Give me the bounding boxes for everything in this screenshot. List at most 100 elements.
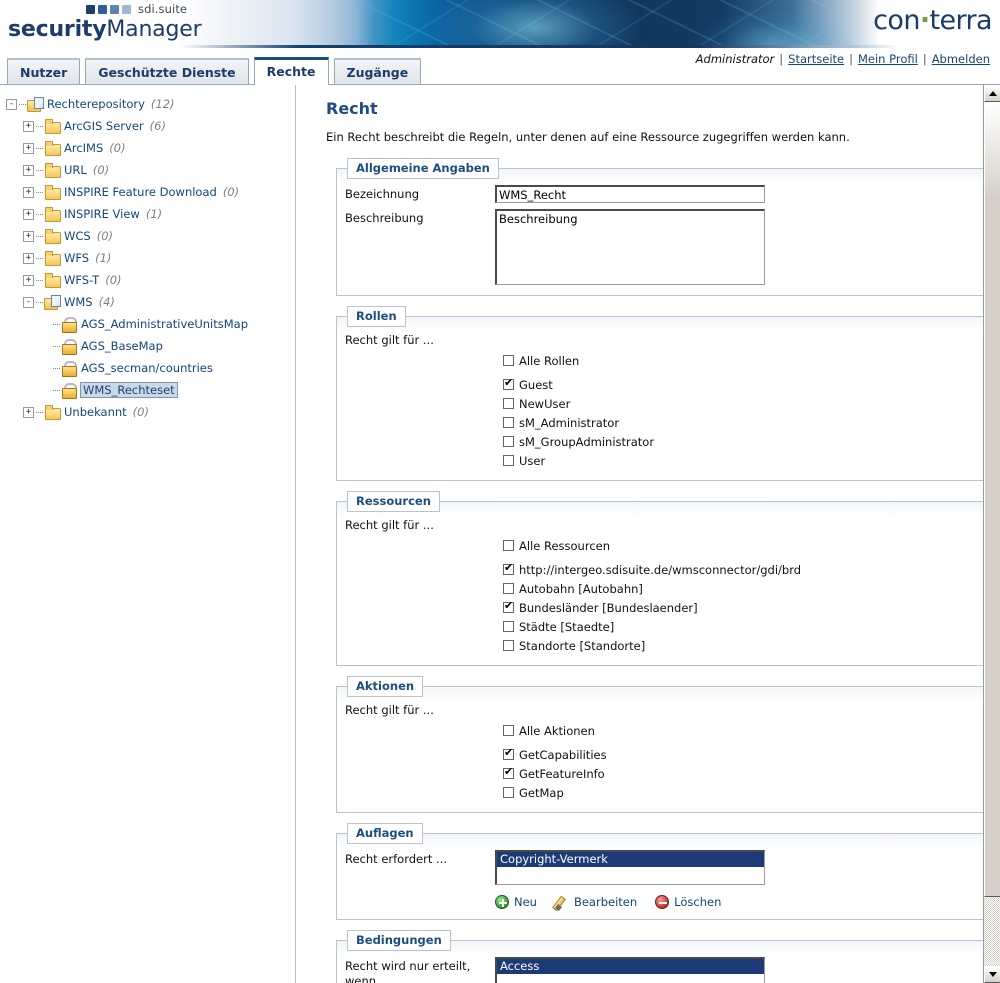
beschreibung-textarea[interactable]: Beschreibung [495, 209, 765, 285]
scrollbar-thumb[interactable] [984, 102, 1000, 897]
ressourcen-checkbox[interactable] [503, 540, 514, 551]
expand-node-icon[interactable]: + [23, 253, 34, 264]
bedingungen-option[interactable]: Access [497, 959, 764, 974]
tab-zugaenge[interactable]: Zugänge [334, 58, 422, 84]
scroll-down-button[interactable] [984, 966, 1000, 983]
expand-node-icon[interactable]: + [23, 143, 34, 154]
tree-node-label[interactable]: WFS [64, 251, 89, 265]
link-startseite[interactable]: Startseite [788, 52, 844, 66]
tree-node-wcs[interactable]: +WCS(0) [6, 225, 295, 247]
tree-node-url[interactable]: +URL(0) [6, 159, 295, 181]
auflagen-button-label[interactable]: Neu [514, 895, 537, 909]
tree-node-rechterepository[interactable]: -Rechterepository(12) [6, 93, 295, 115]
rollen-item[interactable]: sM_Administrator [503, 413, 977, 432]
ressourcen-checkbox[interactable] [503, 583, 514, 594]
rollen-checkbox[interactable] [503, 355, 514, 366]
tab-geschuetzte-dienste[interactable]: Geschützte Dienste [85, 58, 248, 84]
rollen-item[interactable]: Alle Rollen [503, 351, 977, 370]
ressourcen-label[interactable]: Alle Ressourcen [519, 539, 610, 553]
scroll-up-button[interactable] [984, 85, 1000, 102]
tree-node-label[interactable]: ArcGIS Server [64, 119, 144, 133]
aktionen-label[interactable]: GetFeatureInfo [519, 767, 605, 781]
rollen-checkbox[interactable] [503, 455, 514, 466]
link-abmelden[interactable]: Abmelden [932, 52, 990, 66]
expand-node-icon[interactable]: + [23, 407, 34, 418]
tree-node-wms[interactable]: -WMS(4) [6, 291, 295, 313]
auflagen-button-label[interactable]: Löschen [674, 895, 721, 909]
auflagen-neu-button[interactable]: Neu [495, 895, 537, 909]
rollen-label[interactable]: User [519, 454, 545, 468]
tree-node-inspire-feature-download[interactable]: +INSPIRE Feature Download(0) [6, 181, 295, 203]
aktionen-checkbox[interactable] [503, 768, 514, 779]
rollen-label[interactable]: NewUser [519, 397, 570, 411]
tree-node-label[interactable]: INSPIRE Feature Download [64, 185, 217, 199]
expand-node-icon[interactable]: + [23, 231, 34, 242]
tree-node-ags-administrativeunitsmap[interactable]: AGS_AdministrativeUnitsMap [6, 313, 295, 335]
tab-nutzer[interactable]: Nutzer [7, 58, 80, 84]
rollen-checkbox[interactable] [503, 398, 514, 409]
tree-node-label[interactable]: WFS-T [64, 273, 99, 287]
aktionen-label[interactable]: Alle Aktionen [519, 724, 595, 738]
tree-node-label[interactable]: URL [64, 163, 87, 177]
tree-node-label[interactable]: Rechterepository [47, 97, 145, 111]
rollen-label[interactable]: Guest [519, 378, 553, 392]
aktionen-item[interactable]: GetMap [503, 783, 977, 802]
ressourcen-item[interactable]: http://intergeo.sdisuite.de/wmsconnector… [503, 560, 977, 579]
tree-node-label[interactable]: WCS [64, 229, 91, 243]
aktionen-item[interactable]: Alle Aktionen [503, 721, 977, 740]
collapse-node-icon[interactable]: - [6, 99, 17, 110]
expand-node-icon[interactable]: + [23, 275, 34, 286]
tree-node-label[interactable]: AGS_BaseMap [81, 339, 163, 353]
rollen-checkbox[interactable] [503, 417, 514, 428]
collapse-node-icon[interactable]: - [23, 297, 34, 308]
ressourcen-item[interactable]: Standorte [Standorte] [503, 636, 977, 655]
rollen-checkbox[interactable] [503, 436, 514, 447]
rollen-item[interactable]: User [503, 451, 977, 470]
tree-node-inspire-view[interactable]: +INSPIRE View(1) [6, 203, 295, 225]
ressourcen-checkbox[interactable] [503, 640, 514, 651]
expand-node-icon[interactable]: + [23, 209, 34, 220]
bezeichnung-input[interactable] [495, 185, 765, 203]
expand-node-icon[interactable]: + [23, 165, 34, 176]
auflagen-bearbeiten-button[interactable]: Bearbeiten [555, 895, 637, 909]
aktionen-label[interactable]: GetMap [519, 786, 564, 800]
rollen-label[interactable]: Alle Rollen [519, 354, 579, 368]
link-mein-profil[interactable]: Mein Profil [858, 52, 918, 66]
rollen-label[interactable]: sM_GroupAdministrator [519, 435, 654, 449]
expand-node-icon[interactable]: + [23, 187, 34, 198]
aktionen-checkbox[interactable] [503, 787, 514, 798]
rollen-item[interactable]: Guest [503, 375, 977, 394]
content-vertical-scrollbar[interactable] [983, 85, 1000, 983]
ressourcen-label[interactable]: http://intergeo.sdisuite.de/wmsconnector… [519, 563, 801, 577]
ressourcen-checkbox[interactable] [503, 602, 514, 613]
rollen-label[interactable]: sM_Administrator [519, 416, 619, 430]
tree-node-label[interactable]: AGS_AdministrativeUnitsMap [81, 317, 248, 331]
expand-node-icon[interactable]: + [23, 121, 34, 132]
auflagen-l-schen-button[interactable]: Löschen [655, 895, 721, 909]
ressourcen-checkbox[interactable] [503, 621, 514, 632]
aktionen-item[interactable]: GetCapabilities [503, 745, 977, 764]
tree-node-label[interactable]: ArcIMS [64, 141, 103, 155]
ressourcen-item[interactable]: Städte [Staedte] [503, 617, 977, 636]
tree-node-ags-secman-countries[interactable]: AGS_secman/countries [6, 357, 295, 379]
tree-node-label-selected[interactable]: WMS_Rechteset [80, 382, 178, 398]
aktionen-checkbox[interactable] [503, 725, 514, 736]
ressourcen-item[interactable]: Autobahn [Autobahn] [503, 579, 977, 598]
aktionen-label[interactable]: GetCapabilities [519, 748, 607, 762]
rollen-checkbox[interactable] [503, 379, 514, 390]
tree-node-wfs-t[interactable]: +WFS-T(0) [6, 269, 295, 291]
auflagen-listbox[interactable]: Copyright-Vermerk [495, 850, 765, 885]
tree-node-label[interactable]: AGS_secman/countries [81, 361, 213, 375]
tree-node-label[interactable]: WMS [64, 295, 93, 309]
tab-rechte[interactable]: Rechte [254, 57, 329, 84]
tree-node-arcims[interactable]: +ArcIMS(0) [6, 137, 295, 159]
tree-node-wfs[interactable]: +WFS(1) [6, 247, 295, 269]
ressourcen-label[interactable]: Autobahn [Autobahn] [519, 582, 643, 596]
tree-node-label[interactable]: Unbekannt [64, 405, 127, 419]
tree-node-arcgis-server[interactable]: +ArcGIS Server(6) [6, 115, 295, 137]
ressourcen-label[interactable]: Städte [Staedte] [519, 620, 614, 634]
auflagen-option[interactable]: Copyright-Vermerk [497, 852, 764, 867]
auflagen-button-label[interactable]: Bearbeiten [574, 895, 637, 909]
ressourcen-checkbox[interactable] [503, 564, 514, 575]
ressourcen-label[interactable]: Standorte [Standorte] [519, 639, 645, 653]
